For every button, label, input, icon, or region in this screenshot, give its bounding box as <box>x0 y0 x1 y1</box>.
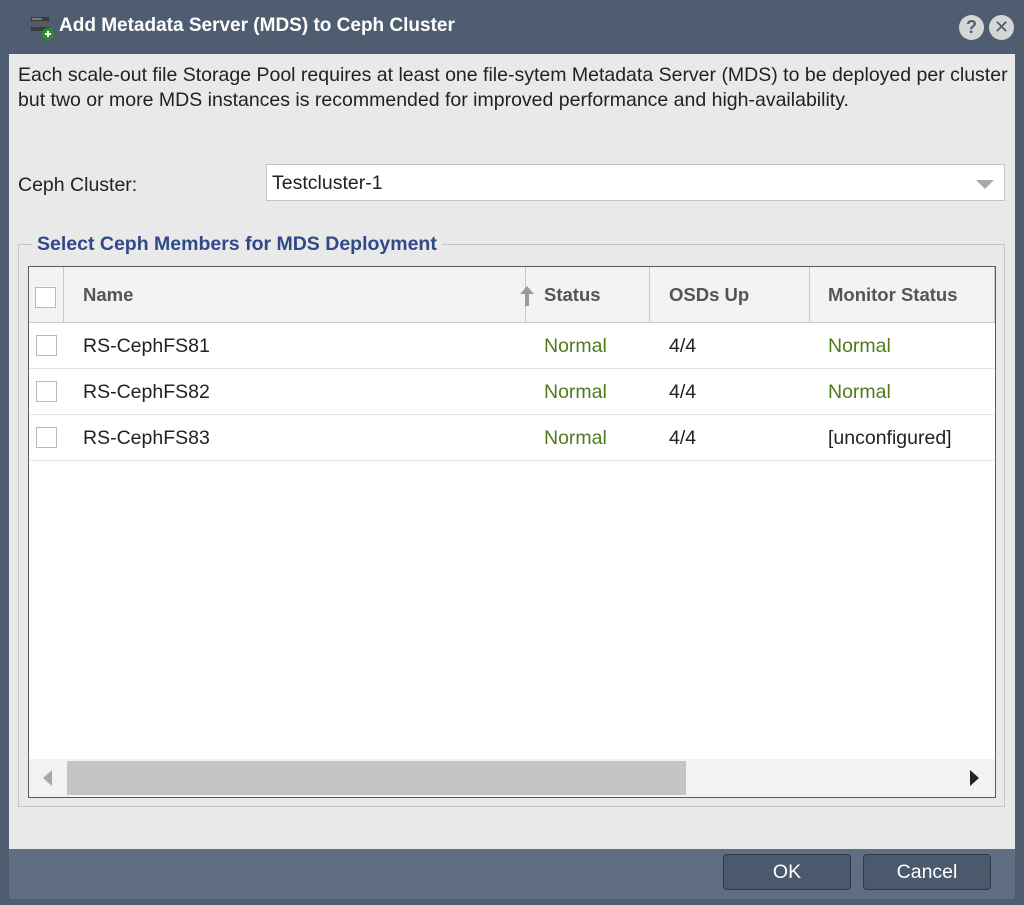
dialog-footer: OK Cancel <box>9 849 1015 899</box>
row-status: Normal <box>544 381 607 403</box>
row-monitor-status: Normal <box>828 381 891 403</box>
row-osds-up: 4/4 <box>669 335 697 357</box>
ceph-cluster-value: Testcluster-1 <box>272 172 383 194</box>
table-row[interactable]: RS-CephFS83 Normal 4/4 [unconfigured] <box>29 415 995 461</box>
scroll-left-icon[interactable] <box>43 770 52 786</box>
row-checkbox[interactable] <box>36 335 57 356</box>
row-status: Normal <box>544 335 607 357</box>
ceph-cluster-label: Ceph Cluster: <box>18 174 138 196</box>
column-header-status[interactable]: Status <box>526 267 650 322</box>
column-header-osds-up[interactable]: OSDs Up <box>650 267 810 322</box>
column-header-name-label: Name <box>83 284 134 305</box>
storage-add-icon <box>31 17 54 40</box>
ceph-cluster-select[interactable]: Testcluster-1 <box>266 164 1005 201</box>
description-text: Each scale-out file Storage Pool require… <box>18 64 1008 111</box>
dialog-title: Add Metadata Server (MDS) to Ceph Cluste… <box>59 15 455 36</box>
chevron-down-icon[interactable] <box>976 180 994 189</box>
row-monitor-status: [unconfigured] <box>828 427 952 449</box>
table-row[interactable]: RS-CephFS82 Normal 4/4 Normal <box>29 369 995 415</box>
scroll-thumb[interactable] <box>67 761 686 795</box>
column-header-monitor-status-label: Monitor Status <box>828 284 958 305</box>
column-header-osds-up-label: OSDs Up <box>669 284 750 305</box>
row-checkbox[interactable] <box>36 427 57 448</box>
dialog-body: Each scale-out file Storage Pool require… <box>9 54 1015 849</box>
members-grid: Name Status OSDs Up Monitor Status RS-Ce <box>28 266 996 798</box>
row-osds-up: 4/4 <box>669 427 697 449</box>
dialog-window: Add Metadata Server (MDS) to Ceph Cluste… <box>0 0 1024 905</box>
help-button[interactable]: ? <box>959 15 984 40</box>
horizontal-scrollbar[interactable] <box>29 759 995 797</box>
ok-button[interactable]: OK <box>723 854 851 890</box>
row-monitor-status: Normal <box>828 335 891 357</box>
select-all-cell <box>29 267 64 322</box>
row-osds-up: 4/4 <box>669 381 697 403</box>
row-name: RS-CephFS81 <box>83 335 210 357</box>
column-header-monitor-status[interactable]: Monitor Status <box>810 267 995 322</box>
column-header-name[interactable]: Name <box>64 267 534 322</box>
table-row[interactable]: RS-CephFS81 Normal 4/4 Normal <box>29 323 995 369</box>
title-bar[interactable]: Add Metadata Server (MDS) to Ceph Cluste… <box>0 0 1024 54</box>
scroll-right-icon[interactable] <box>970 770 979 786</box>
close-button[interactable]: ✕ <box>989 15 1014 40</box>
cancel-button[interactable]: Cancel <box>863 854 991 890</box>
column-header-status-label: Status <box>544 284 601 305</box>
row-checkbox[interactable] <box>36 381 57 402</box>
grid-header: Name Status OSDs Up Monitor Status <box>29 267 995 323</box>
row-status: Normal <box>544 427 607 449</box>
members-legend: Select Ceph Members for MDS Deployment <box>32 233 442 256</box>
select-all-checkbox[interactable] <box>35 287 56 308</box>
row-name: RS-CephFS83 <box>83 427 210 449</box>
row-name: RS-CephFS82 <box>83 381 210 403</box>
